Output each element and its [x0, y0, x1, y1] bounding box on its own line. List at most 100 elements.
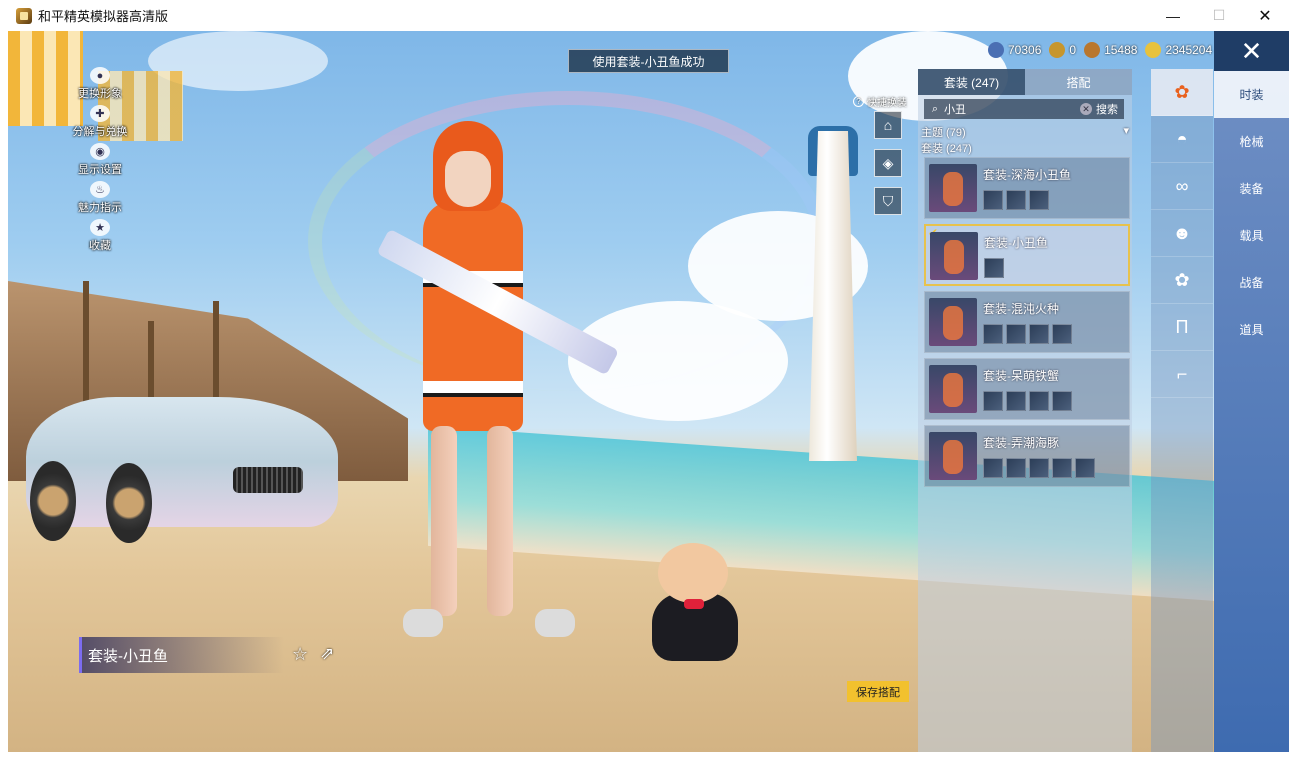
suit-parts — [983, 324, 1075, 344]
tab-fashion[interactable]: 时装 — [1214, 71, 1289, 118]
search-button[interactable]: 搜索 — [1096, 101, 1118, 117]
coin-gold-icon — [1049, 42, 1066, 58]
suit-thumbnail — [930, 232, 978, 280]
cat-goggles[interactable]: ∞ — [1151, 163, 1213, 210]
suit-name: 套装-小丑鱼 — [984, 236, 1048, 250]
pet-bear[interactable] — [638, 543, 758, 663]
tab-outfits[interactable]: 搭配 — [1025, 69, 1132, 95]
favorite-star-icon[interactable]: ☆ — [292, 644, 308, 665]
maximize-button[interactable]: ☐ — [1196, 0, 1242, 31]
menu-label: 魅力指示 — [78, 202, 122, 214]
menu-label: 收藏 — [89, 240, 111, 252]
coin-bronze-icon — [1084, 42, 1101, 58]
suit-part-icon — [1006, 324, 1026, 344]
currency-value: 2345204 — [1165, 43, 1213, 57]
suit-part-icon — [1052, 458, 1072, 478]
decompose-icon: ✚ — [90, 105, 110, 122]
share-icon[interactable]: ⇗ — [320, 644, 334, 664]
tab-suits[interactable]: 套装 (247) — [918, 69, 1025, 95]
suit-item-selected[interactable]: ✔ 套装-小丑鱼 — [924, 224, 1130, 286]
suit-part-icon — [1029, 190, 1049, 210]
suit-item[interactable]: 套装-混沌火种 — [924, 291, 1130, 353]
help-icon: ? — [853, 96, 864, 107]
minimize-button[interactable]: — — [1150, 0, 1196, 31]
tab-vehicles[interactable]: 载具 — [1214, 212, 1289, 259]
theme-filter[interactable]: 主题 (79) ▾ — [921, 124, 1129, 139]
currency-item: 0 — [1049, 42, 1076, 58]
tab-guns[interactable]: 枪械 — [1214, 118, 1289, 165]
outfit-icon: ✿ — [1174, 81, 1190, 102]
app-icon — [16, 7, 32, 24]
cap-icon: ◓ — [1176, 128, 1188, 149]
suit-thumbnail — [929, 164, 977, 212]
menu-collect[interactable]: ★ 收藏 — [70, 219, 130, 253]
menu-change-look[interactable]: ● 更换形象 — [70, 67, 130, 101]
cat-pants[interactable]: Π — [1151, 304, 1213, 351]
face-icon: ☻ — [1172, 222, 1192, 243]
suit-part-icon — [984, 258, 1004, 278]
chevron-down-icon: ▾ — [1123, 125, 1129, 137]
currency-item: 2345204 — [1145, 42, 1212, 58]
menu-display-settings[interactable]: ◉ 显示设置 — [70, 143, 130, 177]
car-wheel — [106, 463, 152, 543]
suit-part-icon — [1029, 458, 1049, 478]
top-icon: ✿ — [1174, 269, 1190, 290]
tab-equipment[interactable]: 装备 — [1214, 165, 1289, 212]
panel-tabs: 套装 (247) 搭配 — [918, 69, 1132, 95]
suit-part-icon — [983, 190, 1003, 210]
currency-bar: 70306 0 15488 2345204 — [988, 40, 1220, 60]
cat-face[interactable]: ☻ — [1151, 210, 1213, 257]
suit-part-icon — [1006, 190, 1026, 210]
quick-swap-label[interactable]: ? 快捷换装 — [853, 94, 907, 109]
quick-swap-text: 快捷换装 — [867, 98, 907, 109]
save-outfit-button[interactable]: 保存搭配 — [847, 681, 909, 702]
success-toast: 使用套装-小丑鱼成功 — [568, 49, 729, 73]
suit-part-icon — [983, 324, 1003, 344]
character-shoe — [535, 609, 575, 637]
suit-part-icon — [1029, 324, 1049, 344]
character-shoe — [403, 609, 443, 637]
suit-thumbnail — [929, 432, 977, 480]
player-character[interactable] — [393, 121, 575, 651]
shoes-icon: ⌐ — [1176, 363, 1188, 384]
suit-item[interactable]: 套装-深海小丑鱼 — [924, 157, 1130, 219]
emblem-icon[interactable]: ◈ — [874, 149, 902, 177]
bear-head — [658, 543, 728, 603]
shield-icon[interactable]: ⛉ — [874, 187, 902, 215]
suit-part-icon — [1075, 458, 1095, 478]
suit-part-icon — [983, 458, 1003, 478]
outfit-panel: 套装 (247) 搭配 ⌕ 小丑 ✕ 搜索 主题 (79) ▾ 套装 (247)… — [918, 69, 1132, 752]
currency-item: 70306 — [988, 42, 1041, 58]
coin-blue-icon — [988, 42, 1004, 58]
pants-icon: Π — [1175, 316, 1189, 337]
clear-icon[interactable]: ✕ — [1080, 103, 1092, 115]
hanger-icon[interactable]: ⌂ — [874, 111, 902, 139]
car-wheel — [30, 461, 76, 541]
bear-bowtie — [684, 599, 704, 609]
cat-cap[interactable]: ◓ — [1151, 116, 1213, 163]
car-grille — [233, 467, 303, 493]
menu-label: 分解与兑换 — [72, 126, 128, 138]
tab-battle-prep[interactable]: 战备 — [1214, 259, 1289, 306]
suit-part-icon — [1006, 391, 1026, 411]
suit-item[interactable]: 套装-呆萌铁蟹 — [924, 358, 1130, 420]
search-icon: ⌕ — [931, 102, 939, 115]
search-box[interactable]: ⌕ 小丑 ✕ 搜索 — [924, 99, 1124, 119]
tab-props[interactable]: 道具 — [1214, 306, 1289, 353]
suit-name: 套装-呆萌铁蟹 — [983, 369, 1059, 383]
suit-part-icon — [983, 391, 1003, 411]
cat-shoes[interactable]: ⌐ — [1151, 351, 1213, 398]
character-leg — [431, 426, 457, 616]
suit-item[interactable]: 套装-弄潮海豚 — [924, 425, 1130, 487]
close-icon[interactable]: ✕ — [1214, 31, 1289, 71]
current-suit-name: 套装-小丑鱼 — [88, 647, 168, 665]
cat-top[interactable]: ✿ — [1151, 257, 1213, 304]
cat-outfit[interactable]: ✿ — [1151, 69, 1213, 116]
menu-charm[interactable]: ♨ 魅力指示 — [70, 181, 130, 215]
search-input[interactable]: 小丑 — [944, 101, 1080, 117]
character-leg — [487, 426, 513, 616]
currency-value: 70306 — [1008, 43, 1042, 57]
window-close-button[interactable]: ✕ — [1242, 0, 1288, 31]
menu-decompose[interactable]: ✚ 分解与兑换 — [70, 105, 130, 139]
menu-label: 显示设置 — [78, 164, 122, 176]
